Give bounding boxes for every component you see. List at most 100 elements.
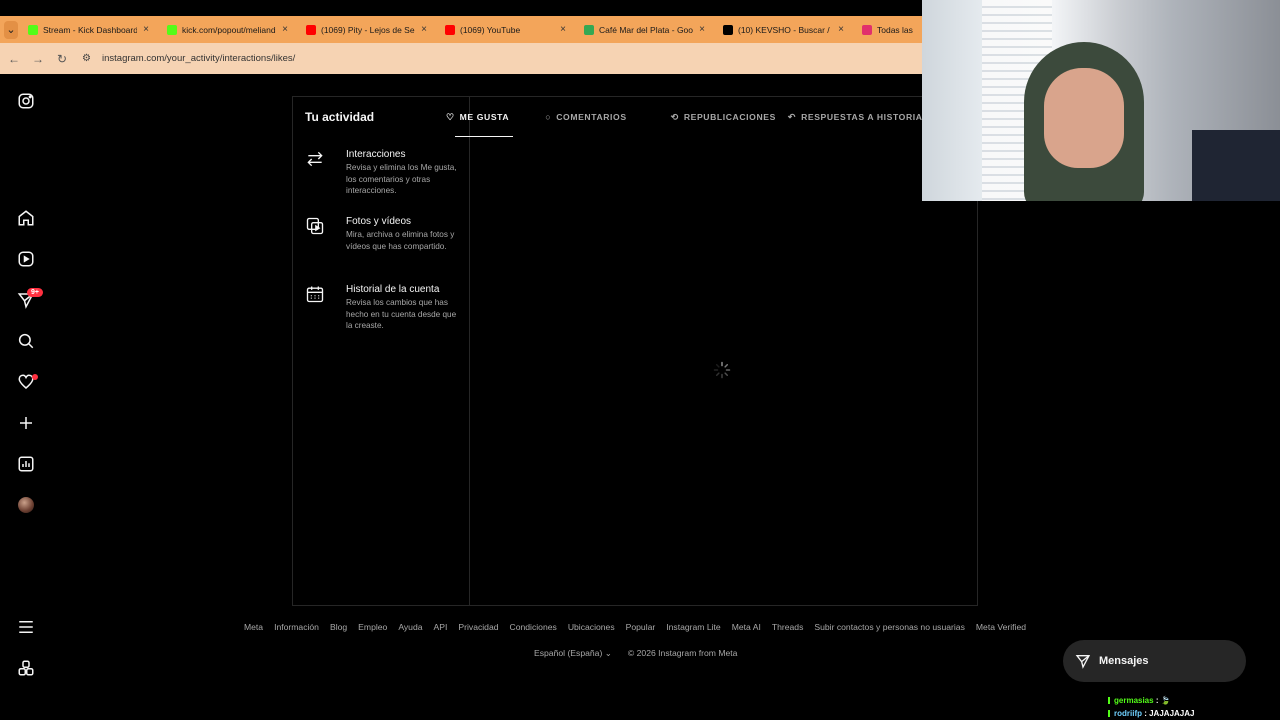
footer-link[interactable]: Privacidad [458, 622, 498, 632]
footer-link[interactable]: Meta AI [732, 622, 761, 632]
browser-tab[interactable]: kick.com/popout/meliand × [157, 16, 296, 43]
menu-item-title: Historial de la cuenta [346, 284, 440, 295]
footer-link[interactable]: API [434, 622, 448, 632]
kick-icon [28, 24, 38, 35]
chat-message: rodriifp : JAJAJAJAJ [1108, 707, 1194, 720]
activity-tabs: ♡ ME GUSTA ○ COMENTARIOS ⟲ REPUBLICACION… [446, 97, 947, 137]
url-text: instagram.com/your_activity/interactions… [102, 53, 296, 64]
send-icon [1075, 655, 1091, 669]
tab-search-dropdown-icon[interactable]: ⌄ [4, 20, 18, 39]
chat-user: germasias [1114, 696, 1154, 705]
tab-me-gusta[interactable]: ♡ ME GUSTA [446, 97, 514, 137]
browser-tab[interactable]: Café Mar del Plata - Goo × [574, 16, 713, 43]
messages-label: Mensajes [1099, 655, 1149, 667]
chevron-down-icon: ⌄ [604, 648, 612, 658]
tabs-container: Stream - Kick Dashboard × kick.com/popout/… [18, 16, 922, 43]
chat-text: JAJAJAJAJ [1149, 709, 1195, 718]
chat-user: rodriifp [1114, 709, 1142, 718]
search-icon[interactable] [17, 332, 35, 350]
repost-icon: ⟲ [670, 111, 679, 122]
footer-link[interactable]: Subir contactos y personas no usuarias [814, 622, 964, 632]
footer-link[interactable]: Información [274, 622, 319, 632]
instagram-icon [862, 24, 872, 35]
notifications-badge: 9+ [27, 288, 43, 297]
tab-title: (10) KEVSHO - Buscar / X [738, 24, 833, 35]
close-icon[interactable]: × [699, 24, 705, 35]
tab-respuestas-historias[interactable]: ↶ RESPUESTAS A HISTORIAS [788, 97, 929, 137]
language-label: Español (España) [534, 648, 603, 658]
notification-dot [32, 374, 38, 380]
tab-title: Café Mar del Plata - Goo [599, 24, 694, 35]
browser-tab[interactable]: (1069) YouTube × [435, 16, 574, 43]
footer-bottom: Español (España) ⌄ © 2026 Instagram from… [534, 648, 737, 659]
maps-icon [584, 24, 594, 35]
heart-icon: ♡ [446, 111, 455, 122]
footer-link[interactable]: Popular [626, 622, 656, 632]
webcam-overlay [922, 0, 1280, 201]
home-icon[interactable] [17, 209, 35, 227]
bed [1192, 130, 1280, 201]
browser-tab[interactable]: (1069) Pity - Lejos de Ser × [296, 16, 435, 43]
footer-link[interactable]: Instagram Lite [666, 622, 720, 632]
copyright: © 2026 Instagram from Meta [627, 648, 738, 658]
activity-menu: Tu actividad Interacciones Revisa y elim… [293, 97, 470, 605]
address-bar: ← → ↻ ⚙ instagram.com/your_activity/inte… [0, 43, 922, 74]
footer-link[interactable]: Meta Verified [976, 622, 1026, 632]
footer-link[interactable]: Blog [330, 622, 347, 632]
language-selector[interactable]: Español (España) ⌄ [534, 648, 612, 659]
tab-title: kick.com/popout/meliand [182, 24, 276, 35]
dashboard-icon[interactable] [17, 455, 35, 473]
back-icon[interactable]: ← [2, 52, 26, 66]
screen: ⌄ Stream - Kick Dashboard × kick.com/popou… [0, 0, 1280, 720]
tab-republicaciones[interactable]: ⟲ REPUBLICACIONES [671, 97, 776, 137]
tab-label: REPUBLICACIONES [683, 112, 776, 122]
comment-icon: ○ [545, 112, 552, 122]
footer-link[interactable]: Meta [244, 622, 263, 632]
tab-title: (1069) YouTube [460, 24, 521, 35]
url-field[interactable]: ⚙ instagram.com/your_activity/interactio… [82, 53, 295, 65]
page-title: Tu actividad [305, 110, 375, 124]
menu-item-desc: Revisa y elimina los Me gusta, los comen… [346, 163, 457, 196]
tab-title: (1069) Pity - Lejos de Ser [321, 24, 416, 35]
browser-tab[interactable]: Todas las pu [852, 16, 922, 43]
menu-item-desc: Mira, archiva o elimina fotos y vídeos q… [346, 230, 455, 251]
forward-icon[interactable]: → [26, 52, 50, 66]
chat-message: germasias : 🍃 [1108, 694, 1194, 707]
messages-button[interactable]: Mensajes [1063, 640, 1246, 682]
loading-spinner-icon [713, 361, 731, 379]
browser-tab-bar: ⌄ Stream - Kick Dashboard × kick.com/popou… [0, 16, 922, 43]
footer-link[interactable]: Threads [772, 622, 804, 632]
close-icon[interactable]: × [282, 24, 288, 35]
x-icon [723, 24, 733, 35]
close-icon[interactable]: × [560, 24, 566, 35]
leaf-icon: 🍃 [1160, 696, 1171, 705]
apps-grid-icon[interactable] [17, 659, 35, 677]
close-icon[interactable]: × [143, 24, 149, 35]
photos-icon [305, 216, 325, 236]
tab-title: Stream - Kick Dashboard [43, 24, 138, 35]
menu-item-desc: Revisa los cambios que has hecho en tu c… [346, 298, 457, 331]
footer-links: Meta Información Blog Empleo Ayuda API Privaci… [0, 622, 1270, 632]
close-icon[interactable]: × [838, 24, 844, 35]
tab-comentarios[interactable]: ○ COMENTARIOS [545, 97, 626, 137]
reload-icon[interactable]: ↻ [50, 52, 74, 66]
stream-chat-overlay: germasias : 🍃 rodriifp : JAJAJAJAJ [1108, 694, 1194, 720]
reply-icon: ↶ [787, 111, 797, 122]
site-settings-icon[interactable]: ⚙ [82, 53, 94, 65]
kick-icon [167, 24, 177, 35]
reels-icon[interactable] [17, 250, 35, 268]
footer-link[interactable]: Ubicaciones [568, 622, 615, 632]
browser-tab[interactable]: Stream - Kick Dashboard × [18, 16, 157, 43]
instagram-logo-icon[interactable] [17, 92, 35, 110]
tab-label: COMENTARIOS [556, 112, 627, 122]
tab-label: ME GUSTA [459, 112, 510, 122]
activity-panel: Tu actividad Interacciones Revisa y elim… [292, 96, 978, 606]
footer-link[interactable]: Empleo [358, 622, 387, 632]
close-icon[interactable]: × [421, 24, 427, 35]
footer-link[interactable]: Ayuda [398, 622, 422, 632]
profile-avatar[interactable] [18, 497, 34, 513]
create-plus-icon[interactable] [17, 414, 35, 432]
footer-link[interactable]: Condiciones [510, 622, 557, 632]
streamer-face [1044, 68, 1124, 168]
browser-tab[interactable]: (10) KEVSHO - Buscar / X × [713, 16, 852, 43]
